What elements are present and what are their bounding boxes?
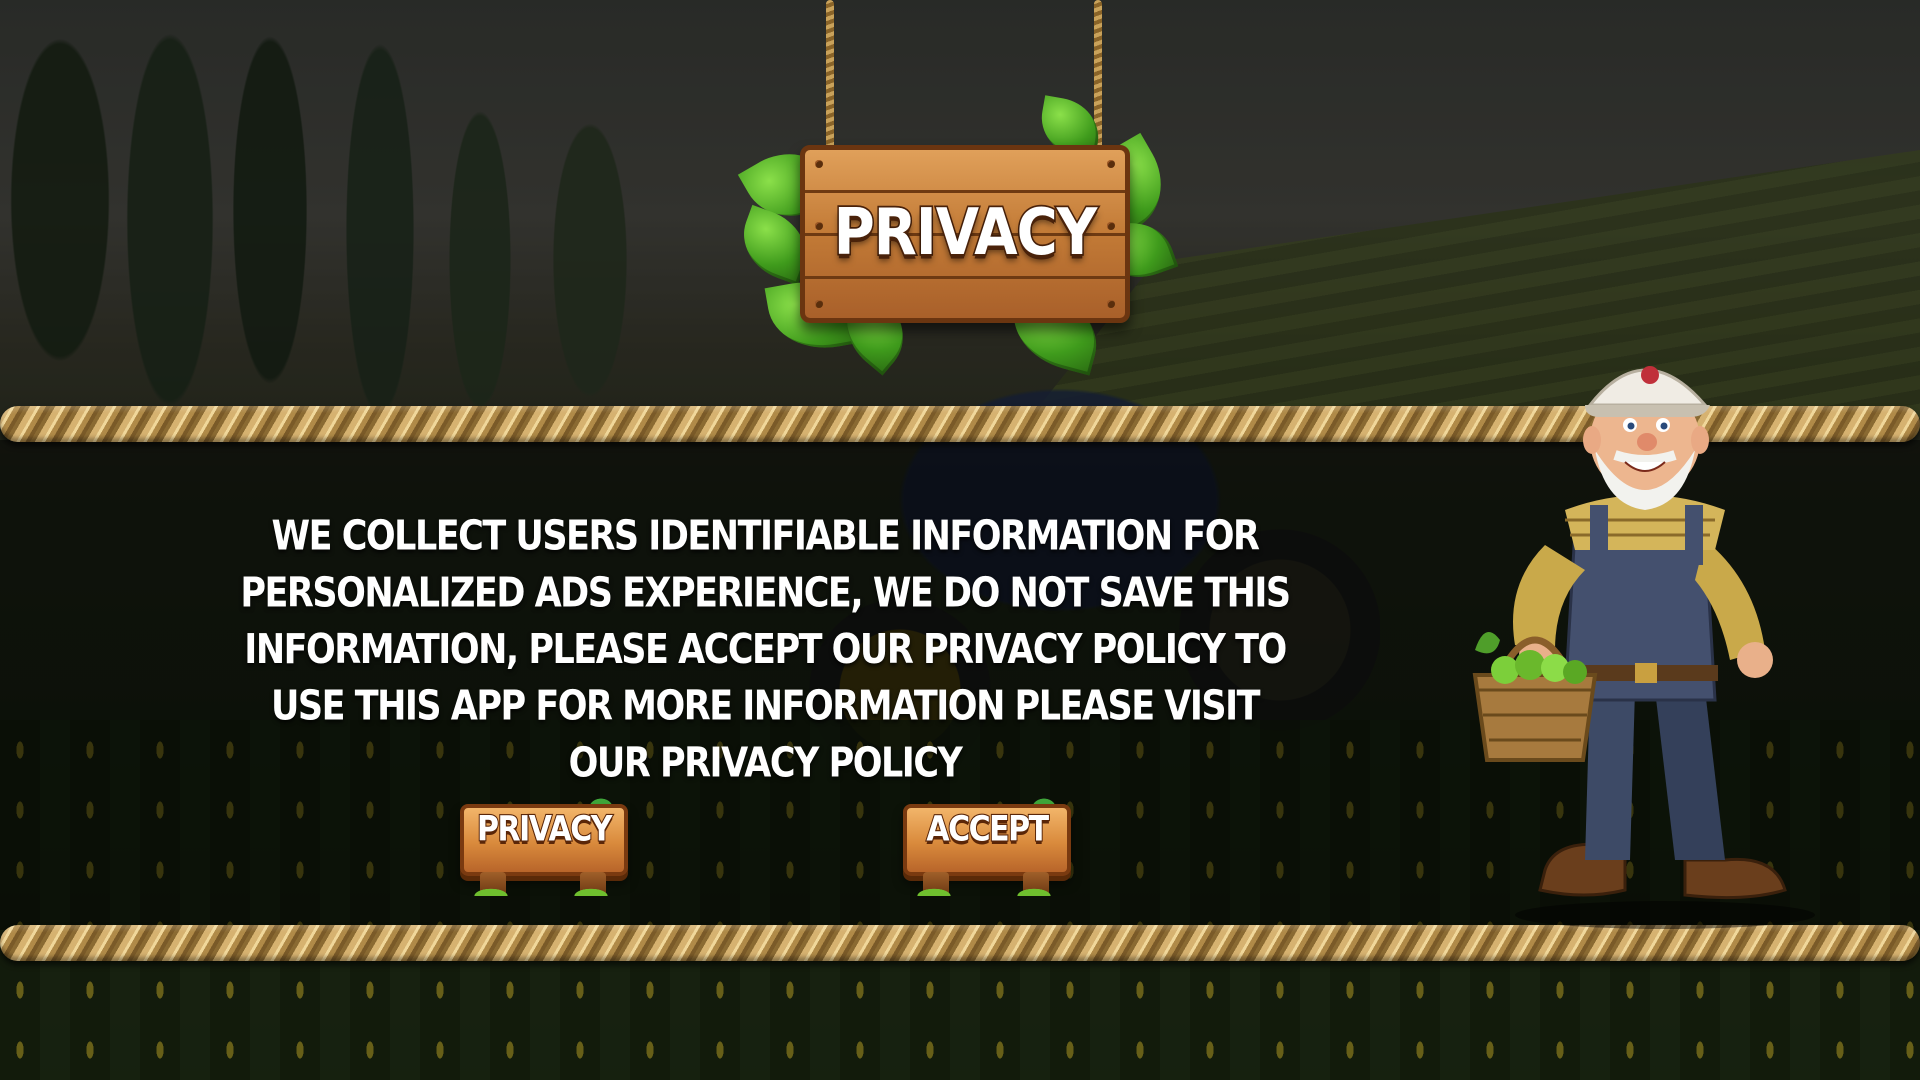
page-title: PRIVACY <box>832 193 1099 271</box>
grass-icon <box>1011 886 1057 896</box>
nail-icon <box>815 160 823 168</box>
privacy-button-label: PRIVACY <box>476 808 613 851</box>
nail-icon <box>815 300 823 308</box>
wooden-sign-board: PRIVACY <box>800 145 1130 323</box>
grass-icon <box>568 886 614 896</box>
privacy-screen: PRIVACY WE COLLECT USERS IDENTIFIABLE IN… <box>0 0 1920 1080</box>
grass-icon <box>911 886 957 896</box>
title-sign: PRIVACY <box>731 0 1181 390</box>
grass-icon <box>468 886 514 896</box>
privacy-message: WE COLLECT USERS IDENTIFIABLE INFORMATIO… <box>240 513 1291 787</box>
farmer-character-icon <box>1472 366 1815 929</box>
bottom-rope-divider <box>0 925 1920 961</box>
accept-button[interactable]: ACCEPT <box>903 796 1073 896</box>
nail-icon <box>1107 300 1115 308</box>
privacy-policy-button[interactable]: PRIVACY <box>460 796 630 896</box>
nail-icon <box>1107 160 1115 168</box>
accept-button-label: ACCEPT <box>925 808 1050 851</box>
